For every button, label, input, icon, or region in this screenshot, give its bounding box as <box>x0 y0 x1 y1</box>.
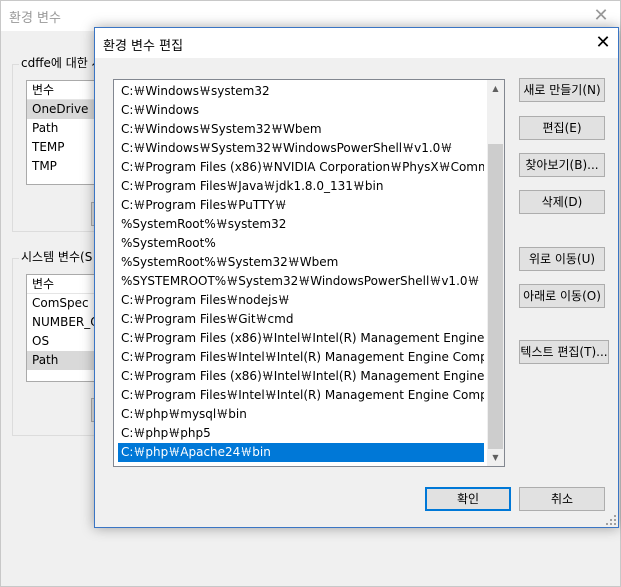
dialog-titlebar: 환경 변수 편집 ✕ <box>95 28 618 58</box>
chevron-down-icon[interactable]: ▼ <box>487 449 504 466</box>
env-vars-title: 환경 변수 <box>9 11 61 26</box>
path-item[interactable]: C:￦Windows <box>118 101 484 120</box>
path-item[interactable]: C:￦php￦php5 <box>118 424 484 443</box>
path-item[interactable]: C:￦php￦Apache24￦bin <box>118 443 484 462</box>
user-vars-header: 변수 <box>27 81 95 100</box>
close-icon[interactable]: ✕ <box>590 5 612 27</box>
system-vars-group-label: 시스템 변수(S <box>19 248 95 265</box>
path-item[interactable]: C:￦Windows￦System32￦WindowsPowerShell￦v1… <box>118 139 484 158</box>
list-item[interactable]: Path <box>27 119 95 138</box>
path-item[interactable]: C:￦Windows￦System32￦Wbem <box>118 120 484 139</box>
cancel-button[interactable]: 취소 <box>519 487 605 511</box>
edit-env-var-dialog: 환경 변수 편집 ✕ C:￦Windows￦system32 C:￦Windows… <box>94 27 619 528</box>
path-item[interactable]: %SystemRoot%￦system32 <box>118 215 484 234</box>
path-item[interactable]: C:￦Program Files￦PuTTY￦ <box>118 196 484 215</box>
path-item[interactable]: C:￦Program Files￦Intel￦Intel(R) Manageme… <box>118 386 484 405</box>
list-item[interactable]: OneDrive <box>27 100 95 119</box>
path-item[interactable]: %SystemRoot% <box>118 234 484 253</box>
path-item[interactable]: C:￦Program Files (x86)￦Intel￦Intel(R) Ma… <box>118 367 484 386</box>
resize-grip-icon[interactable] <box>606 515 616 525</box>
path-item[interactable]: C:￦Program Files (x86)￦NVIDIA Corporatio… <box>118 158 484 177</box>
path-item[interactable]: C:￦Program Files￦Intel￦Intel(R) Manageme… <box>118 348 484 367</box>
delete-button[interactable]: 삭제(D) <box>519 190 605 214</box>
browse-button[interactable]: 찾아보기(B)... <box>519 153 605 177</box>
move-up-button[interactable]: 위로 이동(U) <box>519 247 605 271</box>
edit-button[interactable]: 편집(E) <box>519 116 605 140</box>
list-item[interactable]: Path <box>27 351 95 370</box>
list-item[interactable]: ComSpec <box>27 294 95 313</box>
ok-button[interactable]: 확인 <box>425 487 511 511</box>
path-item[interactable]: C:￦Program Files￦nodejs￦ <box>118 291 484 310</box>
system-vars-list[interactable]: 변수 ComSpec NUMBER_OF OS Path <box>26 274 96 382</box>
list-item[interactable]: TMP <box>27 157 95 176</box>
path-item[interactable]: C:￦php￦mysql￦bin <box>118 405 484 424</box>
path-item[interactable]: C:￦Program Files￦Git￦cmd <box>118 310 484 329</box>
edit-text-button[interactable]: 텍스트 편집(T)... <box>519 340 609 364</box>
path-item[interactable]: %SYSTEMROOT%￦System32￦WindowsPowerShell￦… <box>118 272 484 291</box>
list-item[interactable]: OS <box>27 332 95 351</box>
move-down-button[interactable]: 아래로 이동(O) <box>519 284 605 308</box>
new-button[interactable]: 새로 만들기(N) <box>519 78 605 102</box>
path-item[interactable]: %SystemRoot%￦System32￦Wbem <box>118 253 484 272</box>
scrollbar[interactable]: ▲ ▼ <box>487 80 504 466</box>
path-list[interactable]: C:￦Windows￦system32 C:￦Windows C:￦Windows￦… <box>113 79 505 467</box>
path-item[interactable]: C:￦Windows￦system32 <box>118 82 484 101</box>
list-item[interactable]: NUMBER_OF <box>27 313 95 332</box>
path-item[interactable]: C:￦Program Files (x86)￦Intel￦Intel(R) Ma… <box>118 329 484 348</box>
path-item[interactable]: C:￦Program Files￦Java￦jdk1.8.0_131￦bin <box>118 177 484 196</box>
close-icon[interactable]: ✕ <box>592 32 614 54</box>
scrollbar-thumb[interactable] <box>488 144 503 449</box>
user-vars-group-label: cdffe에 대한 사 <box>19 54 105 71</box>
user-vars-list[interactable]: 변수 OneDrive Path TEMP TMP <box>26 80 96 185</box>
list-item[interactable]: TEMP <box>27 138 95 157</box>
system-vars-header: 변수 <box>27 275 95 294</box>
chevron-up-icon[interactable]: ▲ <box>487 80 504 97</box>
dialog-title: 환경 변수 편집 <box>103 39 184 54</box>
